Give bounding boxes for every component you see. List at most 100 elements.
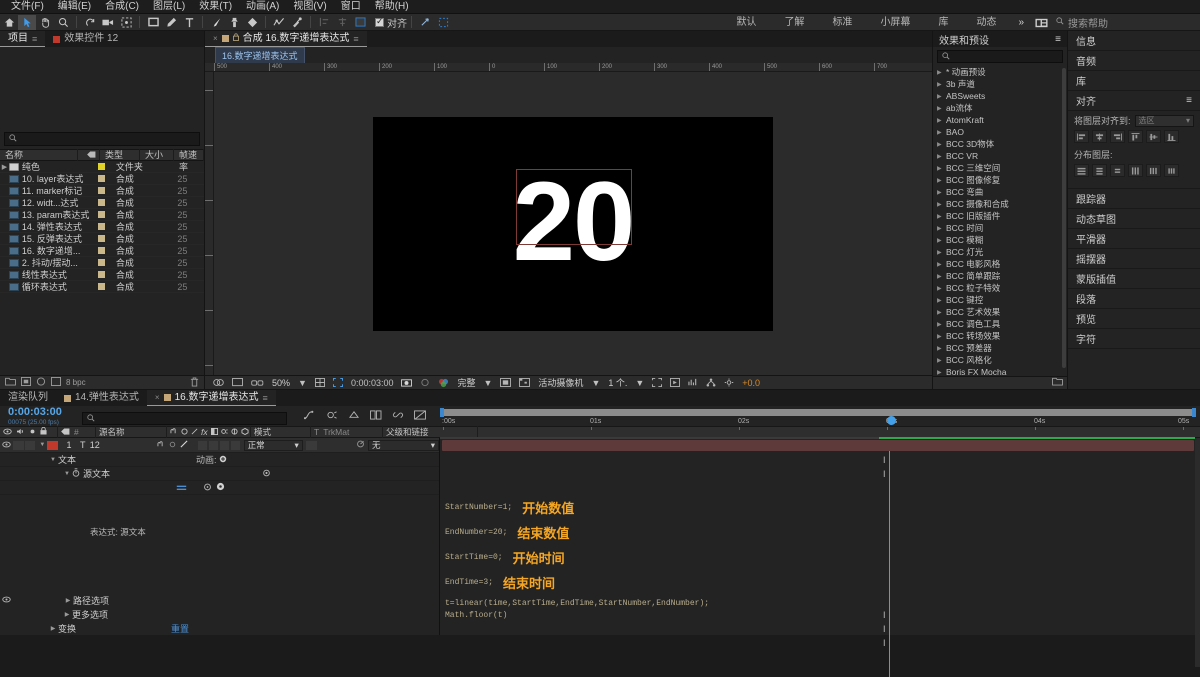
roto-brush-tool-icon[interactable] [270,15,288,30]
align-checkbox[interactable]: 对齐 [375,15,407,30]
project-item-tag[interactable] [91,259,111,266]
parent-pickwhip-icon[interactable] [356,440,365,450]
three-d-layer-icon[interactable] [241,427,249,437]
layer-expand-icon[interactable]: ▼ [37,442,47,448]
workspace-library[interactable]: 库 [924,14,962,31]
disclosure-triangle-icon[interactable]: ▶ [937,297,943,304]
project-item-tag[interactable] [91,235,111,242]
disclosure-triangle-icon[interactable]: ▶ [937,117,943,124]
list-item[interactable]: ▶BCC 调色工具 [933,318,1067,330]
project-item-tag[interactable] [91,199,111,206]
effects-list[interactable]: ▶* 动画预设 ▶3b 声道 ▶ABSweets ▶ab流体 ▶AtomKraf… [933,66,1067,376]
panel-character[interactable]: 字符 [1068,329,1200,349]
region-of-interest-icon[interactable] [329,376,347,390]
timeline-jump-icon[interactable] [684,376,702,390]
show-snapshot-icon[interactable] [416,376,434,390]
snapping-icon[interactable] [351,15,369,30]
column-tag-icon[interactable] [78,149,100,161]
layer-collapse-icon[interactable] [167,440,178,450]
panel-smoother[interactable]: 平滑器 [1068,229,1200,249]
disclosure-triangle-icon[interactable]: ▶ [937,189,943,196]
zoom-level[interactable]: 50% [268,376,294,390]
column-framerate[interactable]: 帧速率 [174,149,204,161]
align-left-button[interactable] [1074,130,1089,143]
panel-mask-interpolation[interactable]: 蒙版插值 [1068,269,1200,289]
project-item-tag[interactable] [91,211,111,218]
delete-icon[interactable] [190,377,199,389]
animate-add-icon[interactable] [219,455,227,465]
project-item-tag[interactable] [91,175,111,182]
list-item[interactable]: ▶BCC 图像修复 [933,174,1067,186]
menu-item-effect[interactable]: 效果(T) [192,0,239,14]
list-item[interactable]: ▶BCC 艺术效果 [933,306,1067,318]
disclosure-triangle-icon[interactable]: ▶ [937,249,943,256]
menu-item-composition[interactable]: 合成(C) [98,0,146,14]
panel-menu-icon[interactable]: ≡ [32,31,37,47]
expression-enable-icon[interactable] [176,483,187,493]
list-item[interactable]: ▶BCC 模糊 [933,234,1067,246]
pixel-aspect-icon[interactable] [648,376,666,390]
exposure-icon[interactable] [720,376,738,390]
disclosure-triangle-icon[interactable]: ▶ [937,201,943,208]
menu-item-animation[interactable]: 动画(A) [239,0,286,14]
project-item-tag[interactable] [91,187,111,194]
hide-shy-layers-icon[interactable] [414,410,426,423]
main-viewer-icon[interactable] [228,376,247,390]
search-help-field[interactable]: 搜索帮助 [1050,14,1200,31]
disclosure-triangle-icon[interactable]: ▶ [937,273,943,280]
keyframe-nav-marker[interactable]: I [883,469,886,479]
table-row[interactable]: ▶ 变换 重置 [0,621,439,635]
panel-audio[interactable]: 音频 [1068,51,1200,71]
list-item[interactable]: ▶BCC 键控 [933,294,1067,306]
disclosure-triangle-icon[interactable]: ▶ [937,369,943,376]
list-item[interactable]: ▶BCC 摄像和合成 [933,198,1067,210]
list-item[interactable]: ▶BCC 灯光 [933,246,1067,258]
panel-motion-sketch[interactable]: 动态草图 [1068,209,1200,229]
expression-editor[interactable]: StartNumber=1; 开始数值 EndNumber=20; 结束数值 S… [445,498,1200,622]
adjustment-layer-icon[interactable] [231,427,238,437]
disclosure-triangle-icon[interactable]: ▶ [937,81,943,88]
camera-view-value[interactable]: 活动摄像机 [534,376,587,390]
layer-video-toggle[interactable] [0,441,13,450]
eraser-tool-icon[interactable] [243,15,261,30]
list-item[interactable]: ▶BCC 时间 [933,222,1067,234]
property-expand-icon[interactable]: ▶ [63,597,73,604]
workspace-standard[interactable]: 标准 [818,14,866,31]
layer-switch-cell[interactable] [220,441,229,450]
composition-canvas[interactable]: 20 [214,72,932,375]
quality-icon[interactable] [191,427,198,437]
clone-stamp-tool-icon[interactable] [225,15,243,30]
stopwatch-icon[interactable] [72,468,83,479]
table-row[interactable]: ▶ 路径选项 [0,593,439,607]
new-comp-icon[interactable] [51,377,61,388]
timeline-search-input[interactable] [82,412,287,425]
audio-toggle-icon[interactable] [16,427,25,437]
workspace-small-screen[interactable]: 小屏幕 [866,14,924,31]
motion-blur-icon[interactable] [221,427,228,437]
disclosure-triangle-icon[interactable]: ▶ [937,345,943,352]
disclosure-triangle-icon[interactable]: ▶ [937,177,943,184]
disclosure-triangle-icon[interactable]: ▶ [937,213,943,220]
column-mode[interactable]: 模式 [254,426,271,438]
chevron-down-icon[interactable]: ▼ [294,376,311,390]
3d-glasses-icon[interactable] [247,376,268,390]
layer-source-name[interactable]: 12 [90,440,100,450]
layer-quality-icon[interactable] [177,440,190,450]
grid-guides-icon[interactable] [311,376,329,390]
fast-preview-icon[interactable] [666,376,684,390]
panel-menu-icon[interactable]: ≡ [1186,95,1192,106]
proxy-icon[interactable] [21,377,31,388]
list-item[interactable]: ▶BCC 简单跟踪 [933,270,1067,282]
hand-tool-icon[interactable] [36,15,54,30]
workspace-default[interactable]: 默认 [722,14,770,31]
snapshot-icon[interactable] [397,376,416,390]
expression-graph-icon[interactable] [203,483,212,493]
camera-tool-icon[interactable] [99,15,117,30]
comp-current-time[interactable]: 0:00:03:00 [347,376,398,390]
lock-icon[interactable] [233,31,239,47]
panel-info[interactable]: 信息 [1068,31,1200,51]
video-toggle-icon[interactable] [3,427,12,437]
layer-duration-bar[interactable] [442,440,1194,451]
layer-parent-select[interactable]: 无 ▾ [368,440,439,451]
property-expand-icon[interactable]: ▼ [62,471,72,477]
